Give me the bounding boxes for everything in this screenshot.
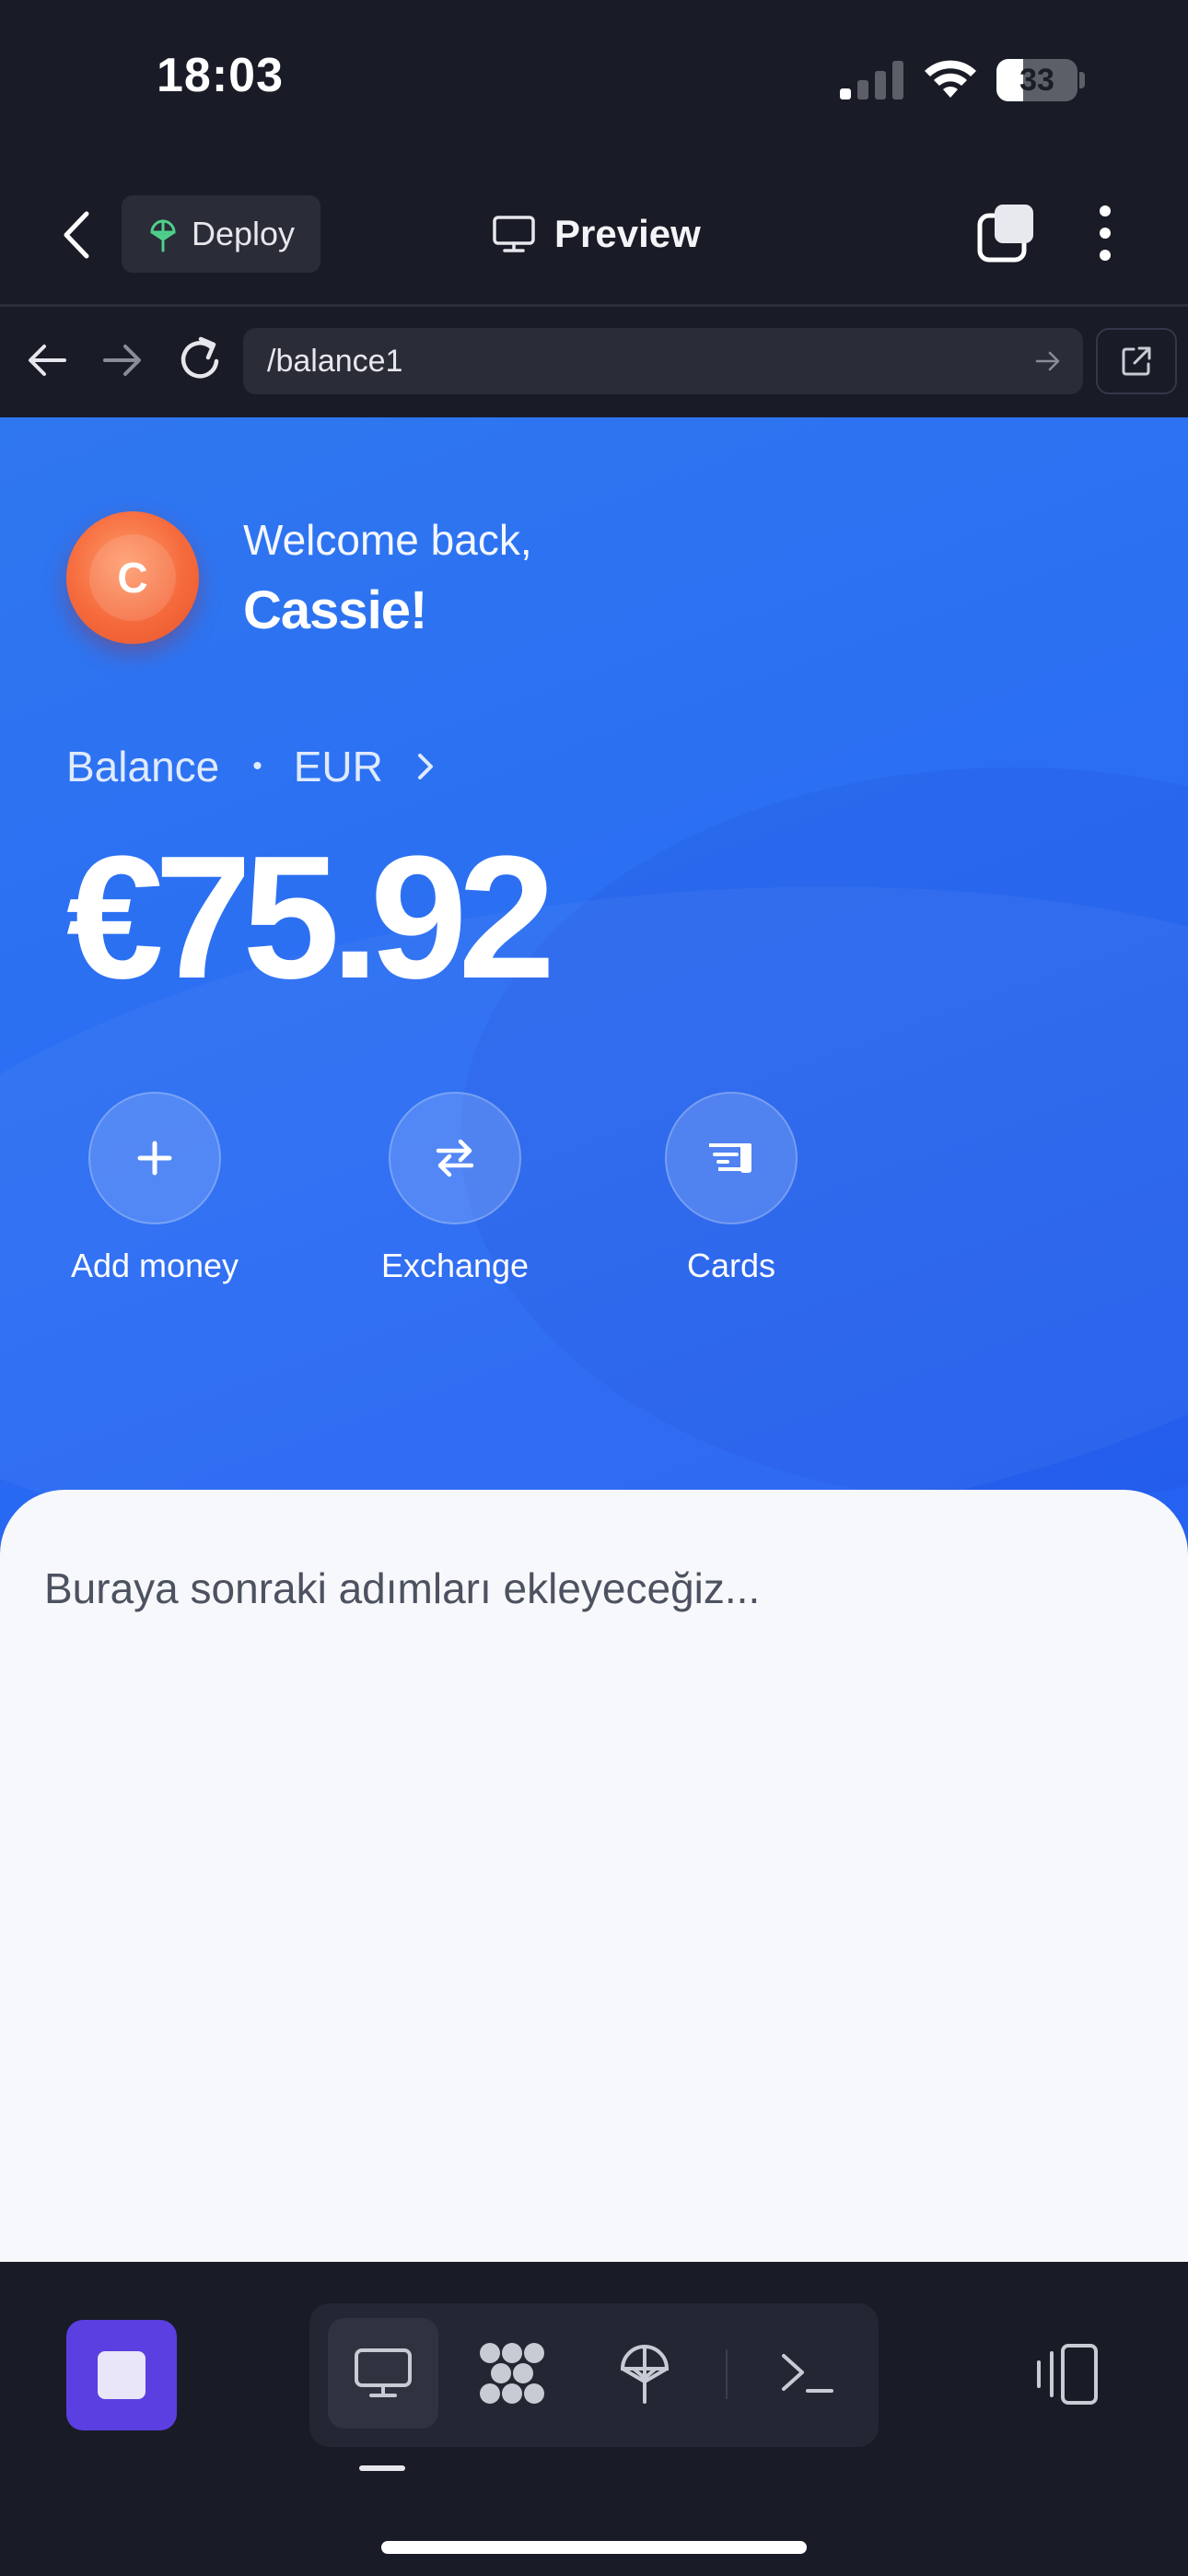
user-name: Cassie! — [243, 580, 427, 640]
browser-back-button[interactable] — [24, 337, 70, 383]
external-link-icon — [1122, 346, 1151, 376]
device-toggle-button[interactable] — [1030, 2340, 1103, 2410]
deploy-button[interactable]: Deploy — [122, 195, 320, 273]
web-preview: C Welcome back, Cassie! Balance • EUR €7… — [0, 417, 1188, 2262]
cards-button[interactable]: Cards — [611, 1092, 851, 1285]
terminal-icon — [782, 2354, 833, 2393]
avatar-initial: C — [89, 534, 176, 621]
balance-amount: €75.92 — [66, 820, 555, 1015]
add-money-label: Add money — [70, 1247, 239, 1284]
mode-preview-button[interactable] — [328, 2318, 438, 2429]
reload-icon — [181, 336, 219, 379]
balance-currency-selector[interactable]: Balance • EUR — [66, 742, 437, 791]
cards-label: Cards — [686, 1247, 776, 1284]
chevron-right-icon — [417, 754, 433, 779]
agent-icon — [480, 2343, 544, 2404]
currency-label: EUR — [293, 743, 383, 790]
add-money-button[interactable]: Add money — [35, 1092, 274, 1285]
home-indicator — [381, 2541, 807, 2554]
back-button[interactable] — [53, 205, 101, 265]
plus-icon — [137, 1141, 172, 1176]
monitor-icon — [355, 2348, 412, 2397]
content-panel: Buraya sonraki adımları ekleyeceğiz... — [0, 1490, 1188, 2262]
stop-icon — [98, 2351, 146, 2399]
preview-title-label: Preview — [554, 212, 701, 255]
arrow-right-icon — [103, 345, 141, 376]
balance-label: Balance — [66, 743, 220, 790]
url-input[interactable]: /balance1 — [243, 328, 1083, 394]
separator-dot: • — [252, 751, 262, 781]
welcome-text: Welcome back, — [243, 516, 532, 564]
exchange-label: Exchange — [380, 1247, 530, 1284]
tabs-button[interactable] — [976, 203, 1037, 263]
exchange-icon — [436, 1139, 474, 1177]
more-vertical-icon — [1100, 205, 1111, 261]
monitor-icon — [493, 216, 535, 252]
mode-terminal-button[interactable] — [751, 2318, 862, 2429]
page-title: Preview — [492, 201, 701, 267]
mode-agent-button[interactable] — [457, 2318, 567, 2429]
card-icon — [709, 1143, 751, 1173]
mode-switcher — [309, 2303, 879, 2447]
arrow-left-icon — [29, 345, 66, 376]
chevron-left-icon — [64, 211, 89, 259]
mode-deploy-button[interactable] — [589, 2318, 700, 2429]
wifi-icon — [925, 60, 976, 98]
placeholder-text: Buraya sonraki adımları ekleyeceğiz... — [44, 1564, 761, 1612]
deploy-tree-icon — [150, 219, 176, 252]
battery-icon: 33 — [996, 59, 1085, 101]
go-arrow-icon[interactable] — [1033, 346, 1063, 376]
url-text: /balance1 — [267, 343, 403, 379]
status-time: 18:03 — [157, 49, 284, 102]
tabs-icon — [977, 205, 1033, 263]
stop-button[interactable] — [66, 2320, 177, 2430]
open-external-button[interactable] — [1096, 328, 1177, 394]
browser-forward-button[interactable] — [99, 337, 146, 383]
more-button[interactable] — [1087, 203, 1124, 263]
mode-divider — [726, 2349, 728, 2399]
device-toggle-icon — [1037, 2344, 1098, 2405]
deploy-tree-icon — [620, 2345, 670, 2404]
active-mode-indicator — [359, 2465, 405, 2471]
cellular-signal-icon — [840, 61, 903, 100]
reload-button[interactable] — [175, 334, 225, 385]
header-divider — [0, 304, 1188, 307]
deploy-label: Deploy — [192, 215, 296, 252]
exchange-button[interactable]: Exchange — [335, 1092, 575, 1285]
battery-level: 33 — [1019, 63, 1054, 98]
avatar[interactable]: C — [66, 511, 199, 644]
